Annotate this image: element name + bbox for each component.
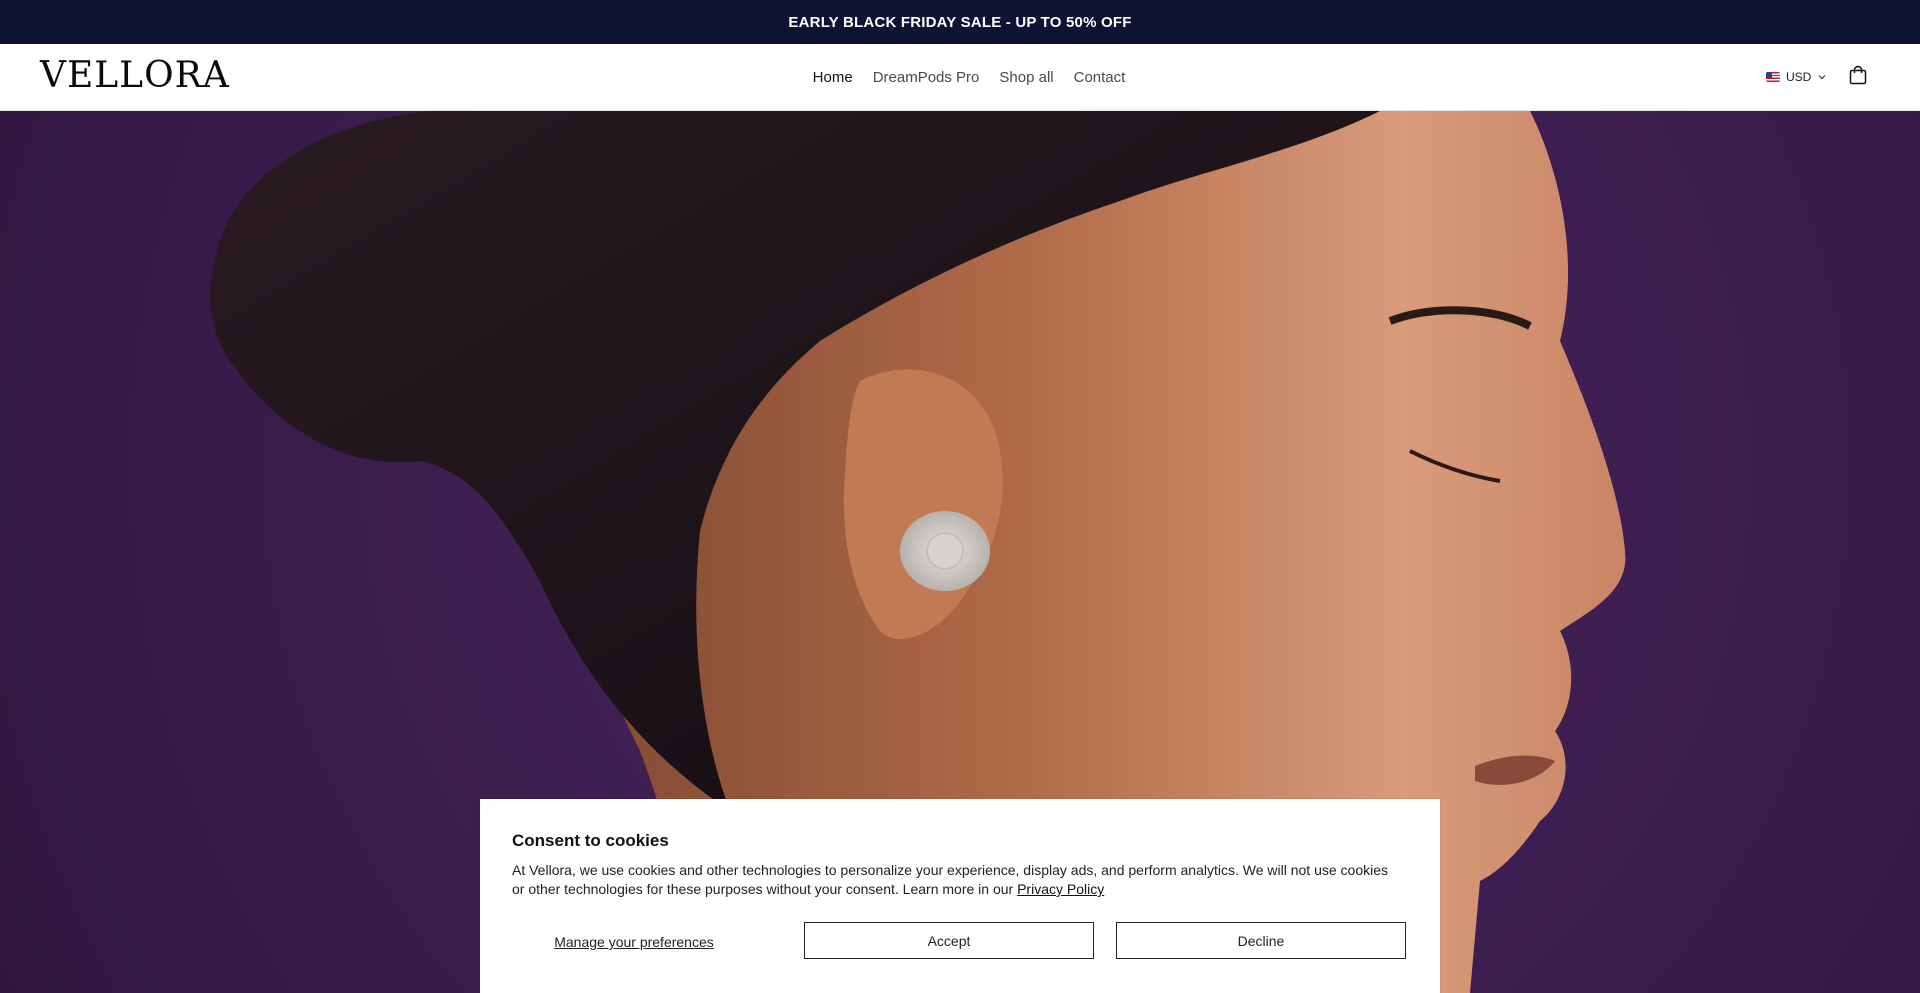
chevron-down-icon	[1818, 75, 1826, 80]
cookie-consent-dialog: Consent to cookies At Vellora, we use co…	[480, 799, 1440, 993]
currency-label: USD	[1786, 70, 1812, 84]
decline-button[interactable]: Decline	[1116, 922, 1406, 959]
nav-shop-all[interactable]: Shop all	[999, 69, 1053, 86]
privacy-policy-link[interactable]: Privacy Policy	[1017, 881, 1104, 897]
cookie-description: At Vellora, we use cookies and other tec…	[512, 861, 1392, 899]
manage-preferences-link[interactable]: Manage your preferences	[512, 922, 756, 962]
announcement-bar: EARLY BLACK FRIDAY SALE - UP TO 50% OFF	[0, 0, 1920, 44]
cookie-description-text: At Vellora, we use cookies and other tec…	[512, 862, 1388, 897]
cookie-title: Consent to cookies	[512, 831, 669, 850]
us-flag-icon	[1766, 72, 1780, 82]
shopping-bag-icon[interactable]	[1848, 64, 1868, 86]
main-nav: Home DreamPods Pro Shop all Contact	[0, 44, 1920, 110]
announcement-text: EARLY BLACK FRIDAY SALE - UP TO 50% OFF	[788, 13, 1132, 31]
nav-dreampods-pro[interactable]: DreamPods Pro	[873, 69, 980, 86]
nav-contact[interactable]: Contact	[1074, 69, 1126, 86]
nav-home[interactable]: Home	[813, 69, 853, 86]
accept-button[interactable]: Accept	[804, 922, 1094, 959]
site-header: VELLORA Home DreamPods Pro Shop all Cont…	[0, 44, 1920, 111]
currency-selector[interactable]: USD	[1766, 66, 1827, 88]
